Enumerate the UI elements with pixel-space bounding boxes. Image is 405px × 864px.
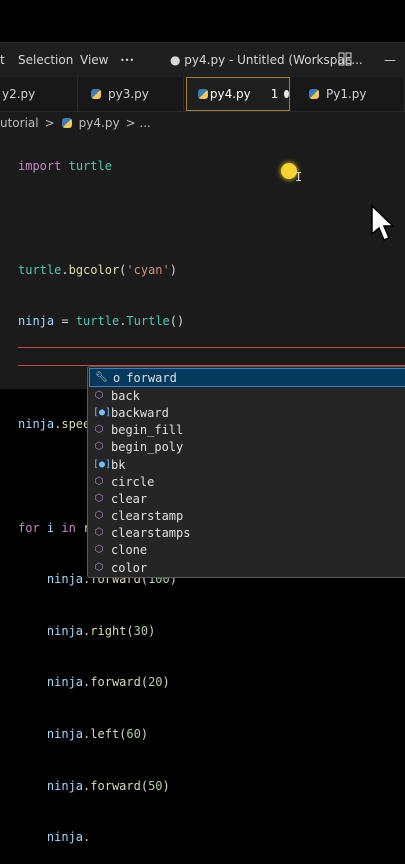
suggestion-label: clearstamp (111, 509, 184, 524)
suggestion-label: color (111, 560, 148, 575)
suggestion-item[interactable]: ⬡ color (88, 559, 405, 576)
menu-bar: t Selection View ••• ● py4.py - Untitled… (0, 43, 405, 77)
tab-py3[interactable]: py3.py (80, 77, 184, 111)
suggestion-item[interactable]: ⬡ begin_fill (88, 422, 405, 439)
suggestion-item[interactable]: ⬡ clear (88, 490, 405, 507)
tab-label: py3.py (108, 87, 149, 101)
python-file-icon (308, 88, 320, 100)
suggestion-label: begin_fill (111, 423, 184, 438)
unsaved-dot-icon[interactable] (284, 90, 289, 98)
suggestion-forward[interactable]: 🔧︎ o forward (89, 368, 405, 388)
suggestion-item[interactable]: ⬡ clone (88, 542, 405, 559)
tab-label: y2.py (2, 87, 36, 101)
tab-y2[interactable]: y2.py (0, 77, 78, 111)
menu-view[interactable]: View (80, 53, 108, 67)
tab-label: Py1.py (326, 87, 367, 101)
tab-label: py4.py (209, 87, 251, 101)
suggestion-label: clear (111, 491, 148, 506)
wrench-icon: 🔧︎ (95, 371, 108, 383)
suggestion-label: backward (111, 405, 169, 420)
menu-edge-text: t (0, 53, 5, 67)
suggestion-prefix: o (113, 370, 121, 385)
method-cube-icon: ⬡ (94, 424, 104, 436)
python-file-icon (197, 88, 208, 100)
suggestion-item[interactable]: [●] backward (88, 404, 405, 421)
code-line: ninja.forward(50) (46, 778, 170, 793)
suggestion-item[interactable]: [●] bk (88, 456, 405, 473)
suggestion-label: circle (111, 474, 155, 489)
method-cube-icon: ⬡ (94, 475, 104, 487)
text-cursor-icon: I (295, 170, 303, 184)
python-file-icon (90, 88, 102, 100)
suggestion-item[interactable]: ⬡ clearstamps (88, 525, 405, 542)
field-icon: [●] (93, 458, 112, 470)
mouse-pointer-icon (371, 204, 395, 241)
method-cube-icon: ⬡ (94, 510, 104, 522)
suggestion-item[interactable]: ⬡ clearstamp (88, 508, 405, 525)
code-line: import turtle (18, 159, 112, 174)
field-icon: [●] (93, 406, 112, 418)
method-cube-icon: ⬡ (94, 389, 104, 401)
suggestion-item[interactable]: ⬡ circle (88, 473, 405, 490)
method-cube-icon: ⬡ (94, 492, 104, 504)
code-line: ninja.right(30) (46, 623, 156, 638)
tab-bar: y2.py py3.py py4.py 1 Py1.py (0, 77, 405, 112)
suggestion-label: clone (111, 543, 148, 558)
method-cube-icon: ⬡ (94, 441, 104, 453)
minimize-button[interactable]: — (384, 53, 396, 67)
suggestion-item[interactable]: ⬡ back (88, 387, 405, 404)
more-menu-icon[interactable]: ••• (120, 56, 134, 65)
menu-selection[interactable]: Selection (18, 53, 73, 67)
suggestion-item[interactable]: ⬡ begin_poly (88, 439, 405, 456)
suggestion-label: forward (126, 370, 177, 385)
problem-count-badge: 1 (270, 87, 279, 101)
code-line: ninja = turtle.Turtle() (18, 314, 185, 329)
tab-py4[interactable]: py4.py 1 (186, 77, 290, 111)
suggestion-label: back (111, 388, 140, 403)
code-line: turtle.bgcolor('cyan') (18, 262, 177, 277)
code-line: ninja.left(60) (46, 726, 149, 741)
suggestion-label: begin_poly (111, 440, 184, 455)
current-line-highlight (18, 347, 405, 366)
code-line: ninja.forward(20) (46, 675, 170, 690)
suggestion-label: clearstamps (111, 526, 191, 541)
layout-icon[interactable] (338, 52, 352, 69)
suggestion-label: bk (111, 457, 126, 472)
code-line: ninja. (46, 830, 91, 845)
window-title: ● py4.py - Untitled (Workspac... (170, 53, 363, 67)
tab-py1[interactable]: Py1.py (292, 77, 405, 111)
autocomplete-suggestions: 🔧︎ o forward ⬡ back [●] backward ⬡ begin_fi… (87, 366, 405, 578)
method-cube-icon: ⬡ (94, 527, 104, 539)
method-cube-icon: ⬡ (94, 544, 104, 556)
method-cube-icon: ⬡ (94, 561, 104, 573)
